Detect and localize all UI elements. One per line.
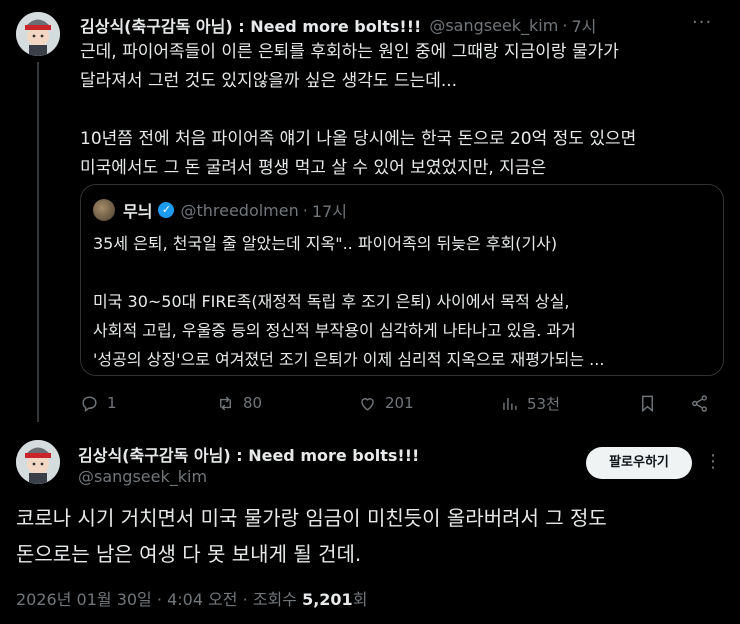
retweet-icon xyxy=(220,396,231,410)
thread-line xyxy=(37,62,39,422)
timestamp[interactable]: 7시 xyxy=(571,13,596,37)
avatar[interactable] xyxy=(16,12,60,56)
bookmark-button[interactable] xyxy=(638,390,657,416)
separator: · xyxy=(156,590,162,609)
like-icon xyxy=(361,397,374,411)
bookmark-icon xyxy=(642,395,653,412)
action-bar: 1 80 201 53천 xyxy=(80,390,720,416)
quote-timestamp: 17시 xyxy=(311,202,347,221)
separator: · xyxy=(242,590,248,609)
more-icon[interactable]: ⋮ xyxy=(704,451,723,472)
quote-header: 무늬 ✓ @threedolmen · 17시 xyxy=(123,199,347,222)
tweet-text: 근데, 파이어족들이 이른 은퇴를 후회하는 원인 중에 그때랑 지금이랑 물가… xyxy=(80,42,637,178)
tweet-text: 코로나 시기 거치면서 미국 물가랑 임금이 미친듯이 올라버려서 그 정도 돈… xyxy=(16,506,607,566)
separator: · xyxy=(562,15,568,35)
like-button[interactable]: 201 xyxy=(358,390,414,416)
post-date[interactable]: 2026년 01월 30일 xyxy=(16,590,152,609)
follow-button[interactable]: 팔로우하기 xyxy=(586,447,692,479)
views-suffix: 회 xyxy=(352,590,368,609)
share-button[interactable] xyxy=(690,390,709,416)
quote-author-handle: @threedolmen xyxy=(180,200,299,220)
views-total: 5,201 xyxy=(302,590,353,609)
views-count: 53천 xyxy=(527,394,560,413)
tweet-meta: 2026년 01월 30일 · 4:04 오전 · 조회수 5,201회 xyxy=(16,586,367,610)
quote-author-name: 무늬 xyxy=(123,202,153,221)
views-button[interactable]: 53천 xyxy=(500,390,560,416)
post-time[interactable]: 4:04 오전 xyxy=(167,590,237,609)
quote-text: 35세 은퇴, 천국일 줄 알았는데 지옥".. 파이어족의 뒤늦은 후회(기사… xyxy=(93,234,605,369)
reply-button[interactable]: 1 xyxy=(80,390,117,416)
like-count: 201 xyxy=(385,394,414,412)
author-handle[interactable]: @sangseek_kim xyxy=(429,16,558,35)
quote-avatar xyxy=(93,199,115,221)
reply-icon xyxy=(82,395,97,412)
verified-icon: ✓ xyxy=(158,202,175,218)
quote-tweet[interactable]: 무늬 ✓ @threedolmen · 17시 35세 은퇴, 천국일 줄 알았… xyxy=(80,184,724,376)
separator: · xyxy=(302,200,308,220)
share-icon xyxy=(692,394,707,412)
reply-count: 1 xyxy=(107,394,117,412)
author-handle[interactable]: @sangseek_kim xyxy=(78,467,207,486)
author-name[interactable]: 김상식(축구감독 아님) : Need more bolts!!! xyxy=(80,13,421,37)
retweet-button[interactable]: 80 xyxy=(216,390,262,416)
tweet-header: 김상식(축구감독 아님) : Need more bolts!!! @sangs… xyxy=(80,13,720,37)
avatar[interactable] xyxy=(16,440,60,484)
views-label: 조회수 xyxy=(252,590,297,609)
more-icon[interactable]: ··· xyxy=(692,12,712,33)
author-name[interactable]: 김상식(축구감독 아님) : Need more bolts!!! xyxy=(78,442,419,466)
views-icon xyxy=(503,397,517,410)
retweet-count: 80 xyxy=(243,394,263,412)
